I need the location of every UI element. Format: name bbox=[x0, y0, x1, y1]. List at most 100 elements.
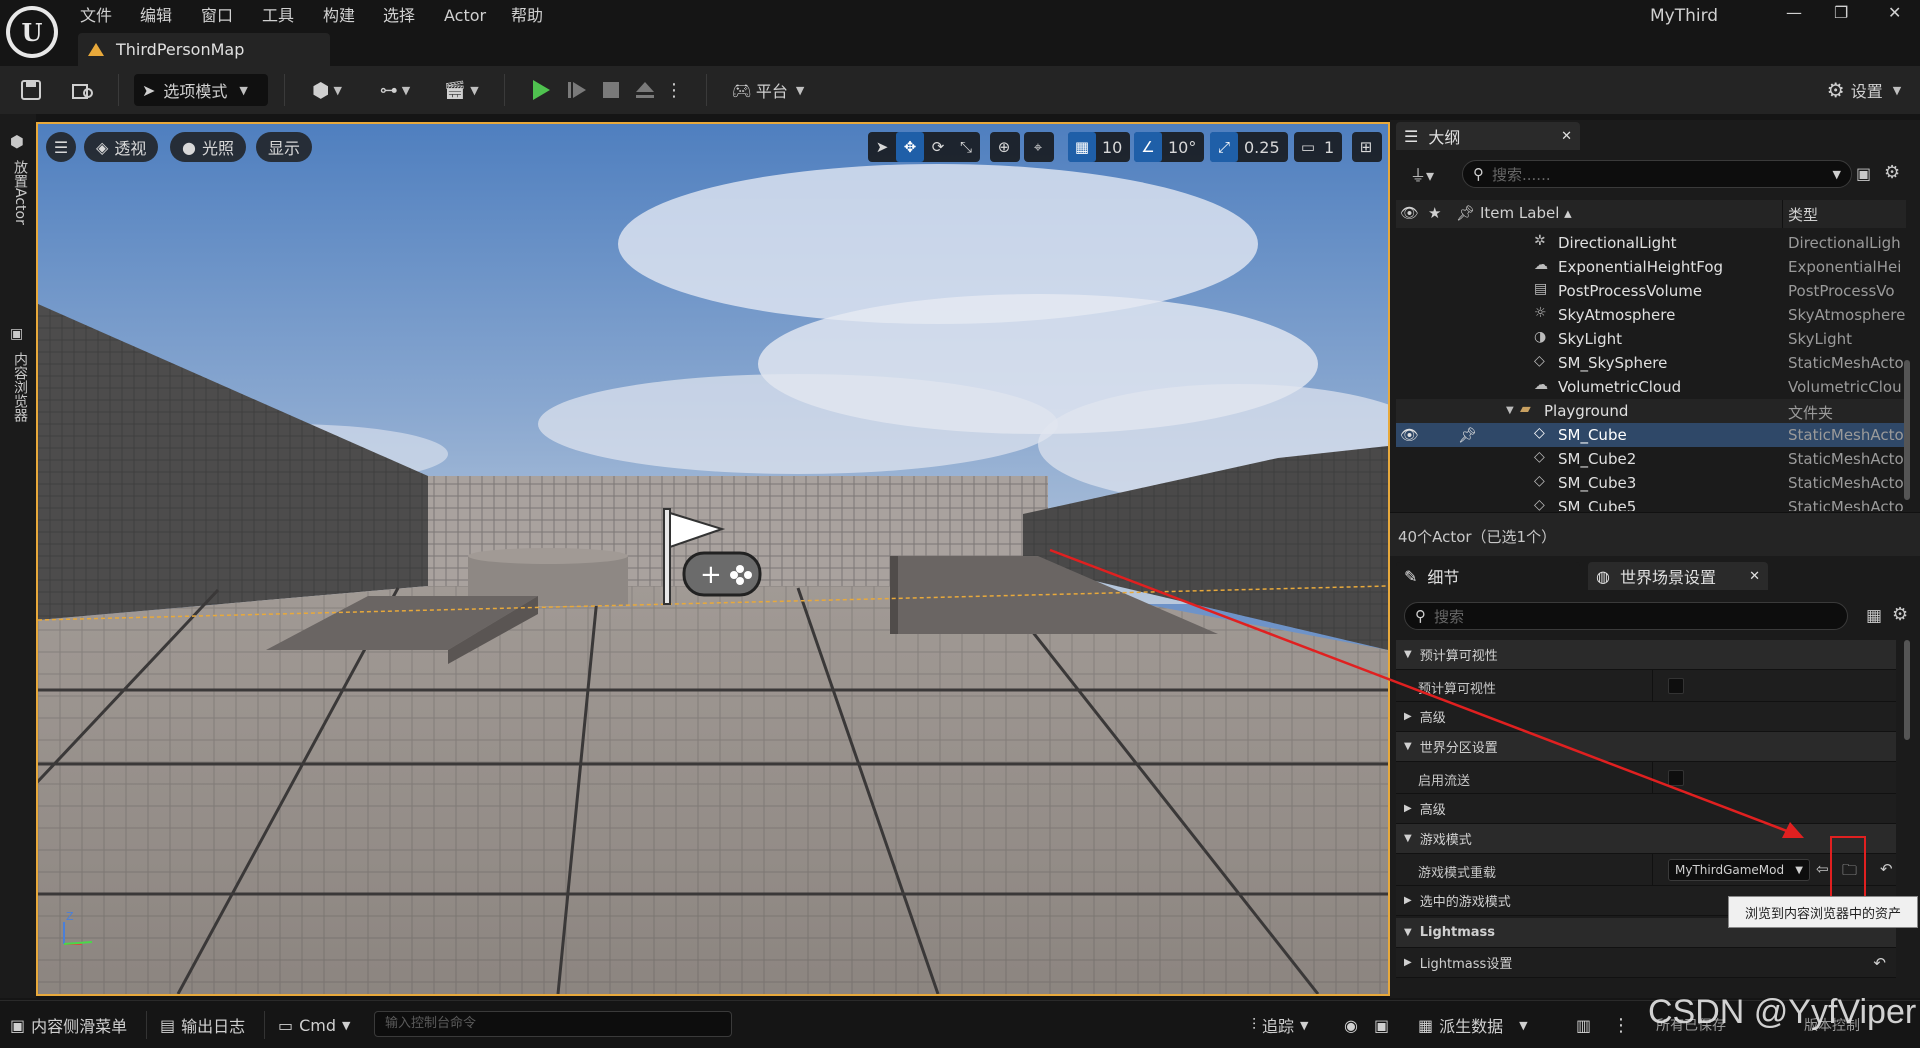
derived-data-dropdown[interactable]: ▦ 派生数据 ▼ bbox=[1418, 1011, 1528, 1039]
menu-select[interactable]: 选择 bbox=[383, 4, 415, 28]
surface-snap-icon: ⌖ bbox=[1033, 138, 1043, 156]
unreal-logo-icon[interactable]: U bbox=[6, 6, 58, 58]
grid-snap[interactable]: ▦ 10 bbox=[1068, 132, 1131, 162]
add-actor-button[interactable]: ⬢ ▼ bbox=[302, 74, 352, 106]
add-actor-icon: ⬢ bbox=[312, 78, 330, 102]
scale-tool-icon[interactable]: ⤡ bbox=[952, 132, 980, 162]
reset-arrow-icon[interactable]: ↶ bbox=[1880, 860, 1893, 878]
trace-dropdown[interactable]: ⫶ 追踪 ▼ bbox=[1252, 1011, 1309, 1039]
hamburger-icon: ☰ bbox=[53, 137, 69, 157]
record-icon[interactable]: ◉ bbox=[1344, 1011, 1358, 1039]
settings-dropdown[interactable]: ⚙ 设置 ▼ bbox=[1816, 74, 1912, 106]
menu-actor[interactable]: Actor bbox=[444, 4, 486, 28]
play-options-icon[interactable]: ⋮ bbox=[664, 74, 684, 106]
outliner-row[interactable]: ☁ VolumetricCloud VolumetricClou bbox=[1396, 375, 1906, 399]
outliner-row-selected[interactable]: 👁︎ 📌︎ ◇ SM_Cube StaticMeshActo bbox=[1396, 423, 1906, 447]
layout-toggle[interactable]: ⊞ bbox=[1352, 132, 1382, 162]
maximize-icon[interactable]: ❐ bbox=[1834, 3, 1848, 22]
output-log-button[interactable]: ▤ 输出日志 bbox=[160, 1011, 245, 1039]
world-local-toggle[interactable]: ⊕ bbox=[990, 132, 1020, 162]
outliner-row[interactable]: ◇ SM_Cube5 StaticMeshActo bbox=[1396, 495, 1906, 511]
outliner-search-input[interactable]: ⚲ 搜索...... ▼ bbox=[1462, 160, 1852, 188]
outliner-title: 大纲 bbox=[1428, 128, 1461, 147]
mode-dropdown[interactable]: ➤ 选项模式 ▼ bbox=[134, 74, 268, 106]
place-actor-tab[interactable]: 放置Actor bbox=[10, 160, 30, 225]
outliner-row[interactable]: ✲ DirectionalLight DirectionalLigh bbox=[1396, 231, 1906, 255]
cmd-label: Cmd bbox=[299, 1015, 337, 1035]
cmd-dropdown[interactable]: ▭ Cmd ▼ bbox=[278, 1011, 351, 1039]
filter-icon[interactable]: ⏚▾ bbox=[1410, 162, 1434, 186]
console-command-input[interactable]: 输入控制台命令 bbox=[374, 1011, 732, 1037]
advance-frame-icon[interactable] bbox=[562, 74, 592, 106]
viewport-menu-button[interactable]: ☰ bbox=[46, 132, 76, 162]
gear-icon[interactable]: ⚙ bbox=[1884, 162, 1900, 183]
outliner-row[interactable]: ◇ SM_Cube2 StaticMeshActo bbox=[1396, 447, 1906, 471]
outliner-row[interactable]: ☼ SkyAtmosphere SkyAtmosphere bbox=[1396, 303, 1906, 327]
sky-atmosphere-icon: ☼ bbox=[1534, 305, 1547, 321]
pin-icon[interactable]: 📌︎ bbox=[1458, 426, 1477, 444]
menu-window[interactable]: 窗口 bbox=[201, 4, 233, 28]
menu-file[interactable]: 文件 bbox=[80, 4, 112, 28]
perspective-button[interactable]: ◈ 透视 bbox=[84, 132, 159, 162]
minimize-icon[interactable]: — bbox=[1786, 3, 1802, 22]
browse-icon[interactable] bbox=[66, 74, 100, 106]
row-type: VolumetricClou bbox=[1788, 378, 1902, 396]
main-toolbar: ➤ 选项模式 ▼ ⬢ ▼ ⊶ ▼ 🎬︎ ▼ ⋮ 🎮︎ 平台 ▼ ⚙ 设置 ▼ bbox=[0, 66, 1920, 114]
show-button[interactable]: 显示 bbox=[256, 132, 313, 162]
play-button[interactable] bbox=[524, 74, 558, 106]
details-scrollbar[interactable] bbox=[1904, 640, 1910, 740]
use-selected-asset-icon[interactable]: ⇦ bbox=[1816, 860, 1829, 878]
content-drawer-button[interactable]: ▣ 内容侧滑菜单 bbox=[10, 1011, 127, 1039]
close-window-icon[interactable]: ✕ bbox=[1888, 3, 1901, 22]
menu-tools[interactable]: 工具 bbox=[262, 4, 294, 28]
chevron-down-icon: ▼ bbox=[239, 83, 248, 97]
menu-edit[interactable]: 编辑 bbox=[140, 4, 172, 28]
scale-snap-value: 0.25 bbox=[1244, 137, 1280, 157]
menu-help[interactable]: 帮助 bbox=[511, 4, 543, 28]
camera-speed[interactable]: ▭ 1 bbox=[1294, 132, 1343, 162]
lighting-button[interactable]: ● 光照 bbox=[170, 132, 246, 162]
content-browser-icon[interactable]: ▣ bbox=[10, 326, 23, 342]
row-label: SM_Cube bbox=[1558, 426, 1627, 444]
outliner-tab[interactable]: ☰ 大纲 ✕ bbox=[1396, 122, 1580, 150]
scale-snap[interactable]: ⤢ 0.25 bbox=[1210, 132, 1288, 162]
eject-icon[interactable] bbox=[630, 74, 660, 106]
chevron-down-icon: ▼ bbox=[1892, 83, 1902, 97]
select-tool-icon[interactable]: ➤ bbox=[868, 132, 896, 162]
title-bar: U 文件 编辑 窗口 工具 构建 选择 Actor 帮助 ThirdPerson… bbox=[0, 0, 1920, 66]
outliner-scrollbar[interactable] bbox=[1904, 360, 1910, 500]
menu-build[interactable]: 构建 bbox=[323, 4, 355, 28]
more-options-icon[interactable]: ⋮ bbox=[1612, 1011, 1630, 1039]
content-browser-tab[interactable]: 内容浏览器 bbox=[10, 352, 30, 422]
cinematics-button[interactable]: 🎬︎ ▼ bbox=[436, 74, 486, 106]
item-label-header[interactable]: Item Label ▴ bbox=[1480, 204, 1572, 222]
add-folder-icon[interactable]: ▣ bbox=[1856, 164, 1871, 183]
platform-dropdown[interactable]: 🎮︎ 平台 ▼ bbox=[726, 74, 810, 106]
post-process-icon: ▤ bbox=[1534, 281, 1548, 297]
move-tool-icon[interactable]: ✥ bbox=[896, 132, 924, 162]
visibility-icon[interactable]: 👁︎ bbox=[1400, 426, 1419, 444]
place-actor-icon[interactable]: ⬢ bbox=[10, 132, 24, 151]
table-view-icon[interactable]: ▦ bbox=[1866, 606, 1882, 626]
rotation-snap[interactable]: ∠ 10° bbox=[1134, 132, 1205, 162]
bar-chart-icon[interactable]: ▥ bbox=[1576, 1011, 1591, 1039]
outliner-row[interactable]: ◇ SM_SkySphere StaticMeshActo bbox=[1396, 351, 1906, 375]
stop-icon[interactable] bbox=[596, 74, 626, 106]
type-header[interactable]: 类型 bbox=[1788, 204, 1818, 225]
rotate-tool-icon[interactable]: ⟳ bbox=[924, 132, 952, 162]
save-icon[interactable] bbox=[14, 74, 48, 106]
gear-icon[interactable]: ⚙ bbox=[1892, 604, 1908, 625]
surface-snap-toggle[interactable]: ⌖ bbox=[1024, 132, 1054, 162]
category-lightmass-settings[interactable]: ▶ Lightmass设置 ↶ bbox=[1396, 948, 1896, 978]
outliner-row[interactable]: ▤ PostProcessVolume PostProcessVo bbox=[1396, 279, 1906, 303]
screenshot-icon[interactable]: ▣ bbox=[1374, 1011, 1389, 1039]
outliner-folder-row[interactable]: ▼ ▰ Playground 文件夹 bbox=[1396, 399, 1906, 423]
reset-arrow-icon[interactable]: ↶ bbox=[1873, 954, 1886, 972]
level-tab[interactable]: ThirdPersonMap bbox=[78, 33, 330, 66]
outliner-row[interactable]: ◑ SkyLight SkyLight bbox=[1396, 327, 1906, 351]
game-mode-dropdown[interactable]: MyThirdGameMod ▼ bbox=[1668, 859, 1810, 881]
close-tab-icon[interactable]: ✕ bbox=[1561, 129, 1572, 144]
outliner-row[interactable]: ◇ SM_Cube3 StaticMeshActo bbox=[1396, 471, 1906, 495]
outliner-row[interactable]: ☁ ExponentialHeightFog ExponentialHei bbox=[1396, 255, 1906, 279]
blueprint-button[interactable]: ⊶ ▼ bbox=[370, 74, 420, 106]
